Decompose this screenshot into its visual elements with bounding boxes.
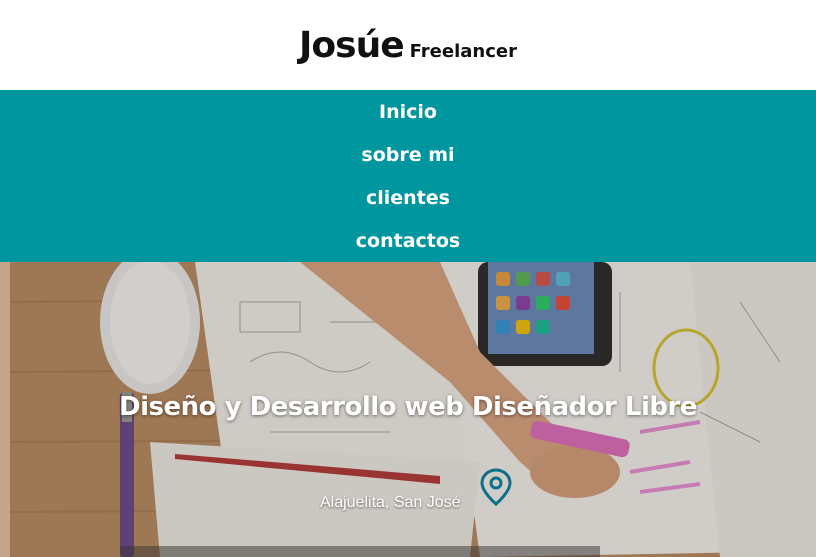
brand-logo[interactable]: Josúe Freelancer (299, 25, 517, 66)
brand-tagline: Freelancer (409, 40, 517, 62)
hero-section: Diseño y Desarrollo web Diseñador Libre … (0, 262, 816, 557)
nav-item-inicio: Inicio (0, 90, 816, 133)
site-header: Josúe Freelancer (0, 0, 816, 90)
location-text: Alajuelita, San José (320, 494, 461, 511)
main-navigation: Inicio sobre mi clientes contactos (0, 90, 816, 262)
nav-link-clientes[interactable]: clientes (366, 187, 450, 209)
nav-item-clientes: clientes (0, 176, 816, 219)
nav-link-sobre-mi[interactable]: sobre mi (361, 144, 454, 166)
nav-item-sobre-mi: sobre mi (0, 133, 816, 176)
nav-item-contactos: contactos (0, 219, 816, 262)
nav-link-inicio[interactable]: Inicio (379, 101, 437, 123)
hero-title: Diseño y Desarrollo web Diseñador Libre (119, 392, 697, 422)
brand-name: Josúe (299, 24, 405, 66)
map-pin-icon (479, 468, 513, 511)
nav-link-contactos[interactable]: contactos (356, 230, 460, 252)
